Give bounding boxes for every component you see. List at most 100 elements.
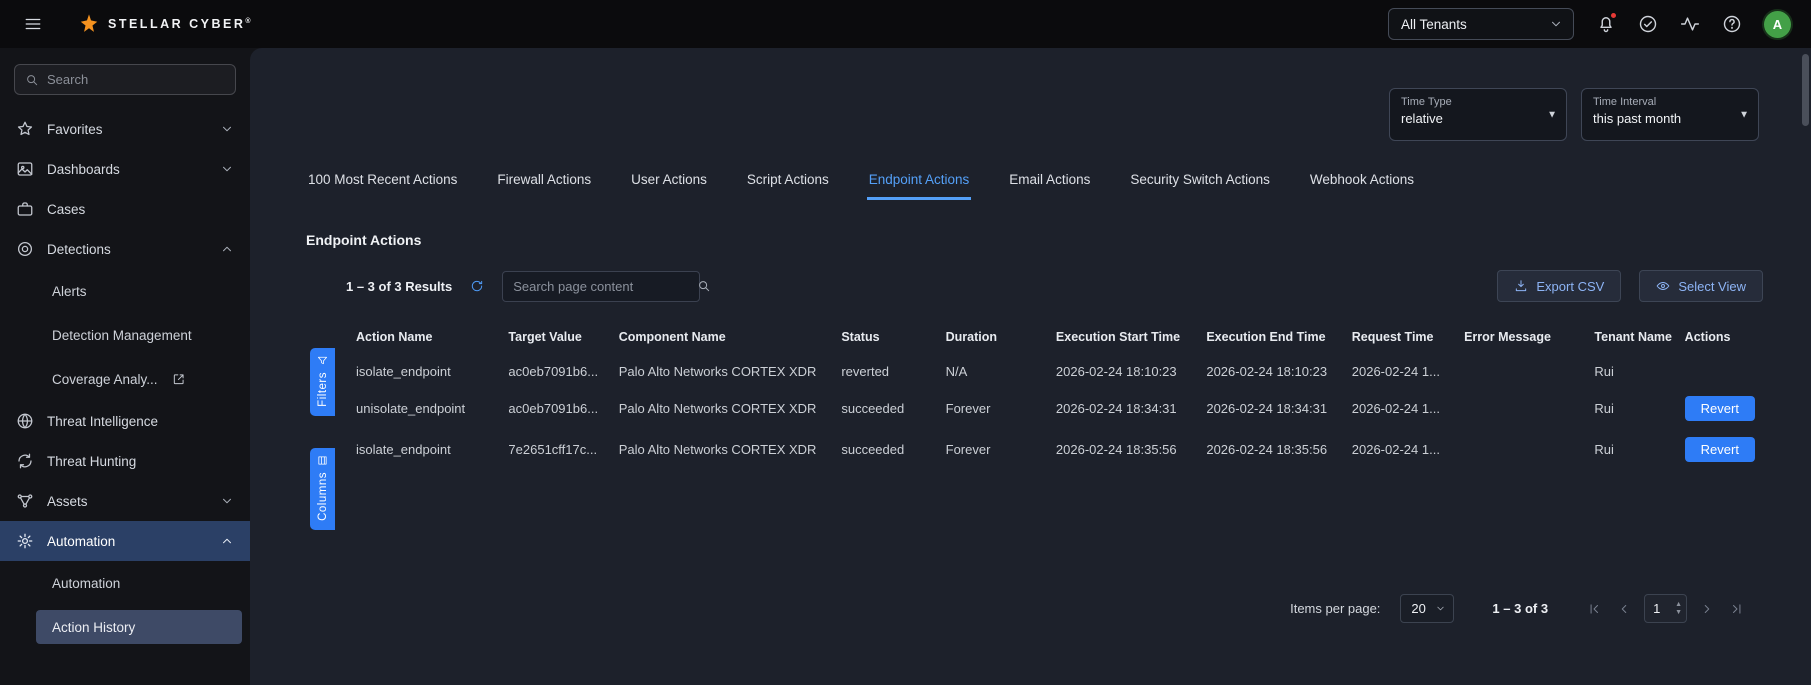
tenant-selector-value: All Tenants	[1401, 17, 1467, 32]
cell-action-name: isolate_endpoint	[348, 354, 500, 388]
table-side-tabs: Filters Columns	[310, 348, 335, 530]
columns-tab-label: Columns	[317, 472, 329, 521]
refresh-icon[interactable]	[470, 279, 484, 293]
col-header-error-message[interactable]: Error Message	[1456, 320, 1586, 354]
cell-component-name: Palo Alto Networks CORTEX XDR	[611, 388, 834, 429]
col-header-execution-end-time[interactable]: Execution End Time	[1198, 320, 1343, 354]
table-row[interactable]: isolate_endpoint 7e2651cff17c... Palo Al…	[348, 429, 1763, 470]
automation-gear-icon	[16, 532, 34, 550]
page-title: Endpoint Actions	[306, 232, 1763, 248]
last-page-button[interactable]	[1727, 599, 1747, 619]
sidebar-item-alerts[interactable]: Alerts	[0, 269, 250, 313]
export-csv-button[interactable]: Export CSV	[1497, 270, 1621, 302]
sidebar-item-action-history[interactable]: Action History	[36, 610, 242, 644]
actions-tab-bar: 100 Most Recent Actions Firewall Actions…	[306, 162, 1763, 200]
external-link-icon	[172, 372, 186, 386]
search-icon	[697, 279, 711, 293]
col-header-request-time[interactable]: Request Time	[1344, 320, 1456, 354]
tenant-selector[interactable]: All Tenants	[1388, 8, 1574, 40]
filters-panel-toggle[interactable]: Filters	[310, 348, 335, 416]
time-type-dropdown[interactable]: Time Type relative ▼	[1389, 88, 1567, 141]
col-header-status[interactable]: Status	[833, 320, 937, 354]
select-view-button[interactable]: Select View	[1639, 270, 1763, 302]
tab-email-actions[interactable]: Email Actions	[1007, 162, 1092, 200]
spinner-up-icon[interactable]: ▲	[1675, 601, 1682, 608]
tab-security-switch-actions[interactable]: Security Switch Actions	[1128, 162, 1272, 200]
cell-duration: N/A	[938, 354, 1048, 388]
topbar-actions: All Tenants A	[1388, 8, 1791, 40]
page-spinner-arrows[interactable]: ▲▼	[1675, 601, 1682, 616]
columns-panel-toggle[interactable]: Columns	[310, 448, 335, 530]
select-view-label: Select View	[1678, 279, 1746, 294]
caret-down-icon: ▼	[1547, 109, 1557, 120]
first-page-button[interactable]	[1584, 599, 1604, 619]
system-activity-icon[interactable]	[1680, 14, 1700, 34]
page-number-stepper[interactable]: ▲▼	[1644, 594, 1687, 623]
col-header-tenant-name[interactable]: Tenant Name	[1586, 320, 1676, 354]
notifications-bell-icon[interactable]	[1596, 14, 1616, 34]
table-row[interactable]: unisolate_endpoint ac0eb7091b6... Palo A…	[348, 388, 1763, 429]
table-actions: Export CSV Select View	[1497, 270, 1763, 302]
col-header-duration[interactable]: Duration	[938, 320, 1048, 354]
items-per-page-label: Items per page:	[1290, 601, 1380, 616]
briefcase-icon	[16, 200, 34, 218]
items-per-page-value: 20	[1411, 601, 1425, 616]
tab-endpoint-actions[interactable]: Endpoint Actions	[867, 162, 972, 200]
sidebar-search[interactable]	[14, 64, 236, 95]
col-header-execution-start-time[interactable]: Execution Start Time	[1048, 320, 1198, 354]
sidebar-item-label: Action History	[52, 620, 135, 635]
cell-execution-start-time: 2026-02-24 18:35:56	[1048, 429, 1198, 470]
sidebar-item-detections[interactable]: Detections	[0, 229, 250, 269]
help-icon[interactable]	[1722, 14, 1742, 34]
assets-nodes-icon	[16, 492, 34, 510]
revert-button[interactable]: Revert	[1685, 437, 1755, 462]
user-avatar[interactable]: A	[1764, 11, 1791, 38]
items-per-page-select[interactable]: 20	[1400, 594, 1454, 623]
sidebar-item-threat-hunting[interactable]: Threat Hunting	[0, 441, 250, 481]
tab-firewall-actions[interactable]: Firewall Actions	[495, 162, 593, 200]
sidebar-item-automation-child[interactable]: Automation	[0, 561, 250, 605]
revert-button[interactable]: Revert	[1685, 396, 1755, 421]
tab-script-actions[interactable]: Script Actions	[745, 162, 831, 200]
sidebar-item-assets[interactable]: Assets	[0, 481, 250, 521]
sidebar-item-automation[interactable]: Automation	[0, 521, 250, 561]
sidebar-item-detection-management[interactable]: Detection Management	[0, 313, 250, 357]
page-content-search-input[interactable]	[513, 279, 689, 294]
cell-error-message	[1456, 429, 1586, 470]
sidebar-item-label: Alerts	[52, 284, 87, 299]
sidebar-item-cases[interactable]: Cases	[0, 189, 250, 229]
table-row[interactable]: isolate_endpoint ac0eb7091b6... Palo Alt…	[348, 354, 1763, 388]
cell-request-time: 2026-02-24 1...	[1344, 388, 1456, 429]
hamburger-menu-icon[interactable]	[20, 11, 46, 37]
sidebar-item-dashboards[interactable]: Dashboards	[0, 149, 250, 189]
tab-user-actions[interactable]: User Actions	[629, 162, 709, 200]
col-header-action-name[interactable]: Action Name	[348, 320, 500, 354]
sidebar-item-favorites[interactable]: Favorites	[0, 109, 250, 149]
cell-error-message	[1456, 388, 1586, 429]
chevron-down-icon	[220, 162, 234, 176]
star-icon	[16, 120, 34, 138]
time-interval-dropdown[interactable]: Time Interval this past month ▼	[1581, 88, 1759, 141]
cell-status: reverted	[833, 354, 937, 388]
brand-name: STELLAR CYBER®	[108, 17, 251, 31]
tasks-check-circle-icon[interactable]	[1638, 14, 1658, 34]
previous-page-button[interactable]	[1614, 599, 1634, 619]
sidebar-item-label: Assets	[47, 494, 88, 509]
page-number-input[interactable]	[1645, 601, 1675, 616]
scrollbar-thumb[interactable]	[1802, 54, 1809, 126]
spinner-down-icon[interactable]: ▼	[1675, 609, 1682, 616]
sidebar-item-threat-intelligence[interactable]: Threat Intelligence	[0, 401, 250, 441]
main-scrollbar[interactable]	[1802, 54, 1809, 679]
cell-execution-end-time: 2026-02-24 18:35:56	[1198, 429, 1343, 470]
app-body: Favorites Dashboards Cases Detections Al…	[0, 48, 1811, 685]
col-header-component-name[interactable]: Component Name	[611, 320, 834, 354]
sidebar-item-coverage-analysis[interactable]: Coverage Analy...	[0, 357, 250, 401]
next-page-button[interactable]	[1697, 599, 1717, 619]
sidebar-search-input[interactable]	[47, 72, 225, 87]
col-header-actions[interactable]: Actions	[1677, 320, 1763, 354]
tab-100-most-recent-actions[interactable]: 100 Most Recent Actions	[306, 162, 459, 200]
tab-webhook-actions[interactable]: Webhook Actions	[1308, 162, 1416, 200]
page-content-search[interactable]	[502, 271, 700, 302]
cell-execution-end-time: 2026-02-24 18:34:31	[1198, 388, 1343, 429]
col-header-target-value[interactable]: Target Value	[500, 320, 610, 354]
